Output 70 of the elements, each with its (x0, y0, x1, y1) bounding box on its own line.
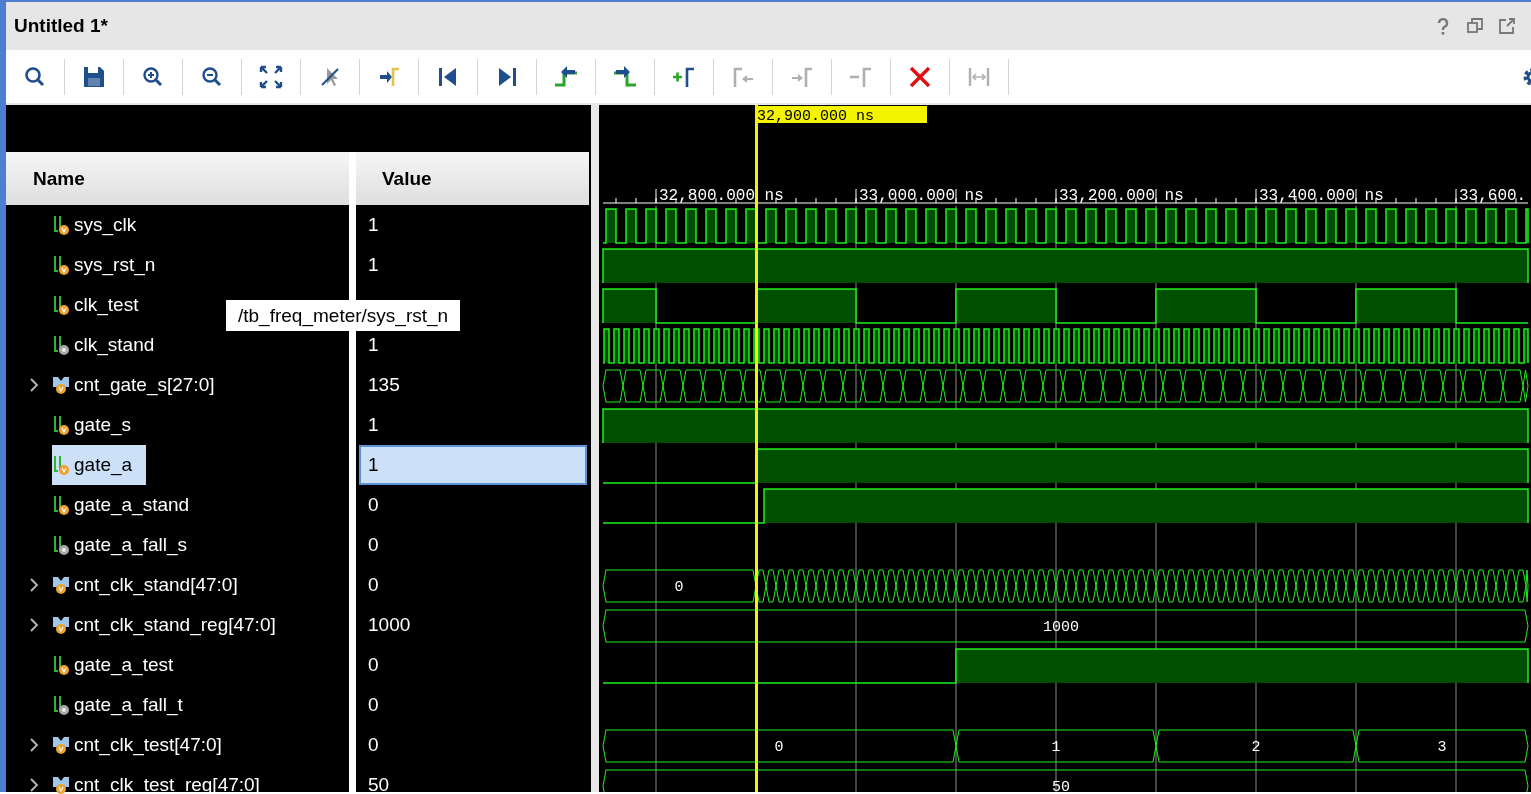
expand-chevron-icon[interactable] (28, 778, 41, 792)
bus-icon (52, 614, 70, 636)
bus-value: 3 (1437, 739, 1447, 756)
bus-value: 50 (1052, 779, 1070, 792)
signal-wire-icon (52, 654, 70, 676)
signal-name[interactable]: sys_rst_n (74, 254, 156, 276)
tooltip: /tb_freq_meter/sys_rst_n (226, 300, 461, 331)
bus-icon (52, 774, 70, 794)
column-header[interactable]: Name (6, 152, 349, 205)
column-header[interactable]: Value (356, 152, 589, 205)
signal-value: 0 (367, 493, 380, 517)
signal-name[interactable]: cnt_clk_test[47:0] (74, 734, 222, 756)
restore-icon[interactable] (1465, 16, 1485, 36)
signal-value: 0 (367, 693, 380, 717)
expand-arrows-icon (258, 63, 284, 90)
bus-icon (52, 734, 70, 756)
signal-name[interactable]: gate_s (74, 414, 132, 436)
signal-value: 1 (367, 253, 380, 277)
signal-value: 0 (367, 653, 380, 677)
signal-value: 1 (367, 333, 380, 357)
popout-icon[interactable] (1497, 16, 1517, 36)
expand-chevron-icon[interactable] (28, 618, 41, 632)
signal-wire-icon (52, 494, 70, 516)
time-label: 33,400.000 ns (1259, 187, 1384, 205)
signal-name[interactable]: sys_clk (74, 214, 137, 236)
signal-value: 135 (367, 373, 401, 397)
selected-signal[interactable]: gate_a (52, 445, 147, 485)
signal-value: 1 (359, 445, 587, 485)
time-label: 32,800.000 ns (659, 187, 784, 205)
signal-name[interactable]: gate_a (74, 454, 133, 476)
bus-value: 1000 (1043, 619, 1079, 636)
signal-name[interactable]: cnt_gate_s[27:0] (74, 374, 215, 396)
signal-value: 1 (367, 213, 380, 237)
signal-name[interactable]: cnt_clk_stand_reg[47:0] (74, 614, 276, 636)
expand-chevron-icon[interactable] (28, 738, 41, 752)
signal-value: 1 (367, 413, 380, 437)
signal-value: 0 (367, 573, 380, 597)
signal-name[interactable]: gate_a_fall_s (74, 534, 188, 556)
expand-chevron-icon[interactable] (28, 378, 41, 392)
bus-value: 0 (674, 579, 684, 596)
time-label: 33,600. (1459, 187, 1527, 205)
bus-value: 2 (1251, 739, 1261, 756)
signal-wire-icon (52, 414, 70, 436)
window-title: Untitled 1* (14, 15, 108, 37)
signal-value: 50 (367, 773, 391, 794)
expand-chevron-icon[interactable] (28, 578, 41, 592)
signal-wire-icon (52, 294, 70, 316)
signal-name[interactable]: clk_stand (74, 334, 155, 356)
internal-wire-icon (52, 334, 70, 356)
time-label: 33,000.000 ns (859, 187, 984, 205)
internal-wire-icon (52, 694, 70, 716)
bus-icon (52, 574, 70, 596)
signal-wire-icon (52, 454, 70, 476)
signal-wire-icon (52, 214, 70, 236)
signal-name[interactable]: gate_a_fall_t (74, 694, 183, 716)
time-label: 33,200.000 ns (1059, 187, 1184, 205)
signal-value: 0 (367, 733, 380, 757)
bus-icon (52, 374, 70, 396)
signal-value: 0 (367, 533, 380, 557)
step-right-icon (612, 63, 638, 90)
internal-wire-icon (52, 534, 70, 556)
signal-name[interactable]: clk_test (74, 294, 139, 316)
signal-value: 1000 (367, 613, 412, 637)
signal-wire-icon (52, 254, 70, 276)
signal-name[interactable]: gate_a_test (74, 654, 174, 676)
signal-name[interactable]: cnt_clk_stand[47:0] (74, 574, 238, 596)
bus-value: 1 (1051, 739, 1061, 756)
bus-value: 0 (774, 739, 784, 756)
cursor-time-label: 32,900.000 ns (755, 106, 927, 125)
signal-name[interactable]: gate_a_stand (74, 494, 190, 516)
